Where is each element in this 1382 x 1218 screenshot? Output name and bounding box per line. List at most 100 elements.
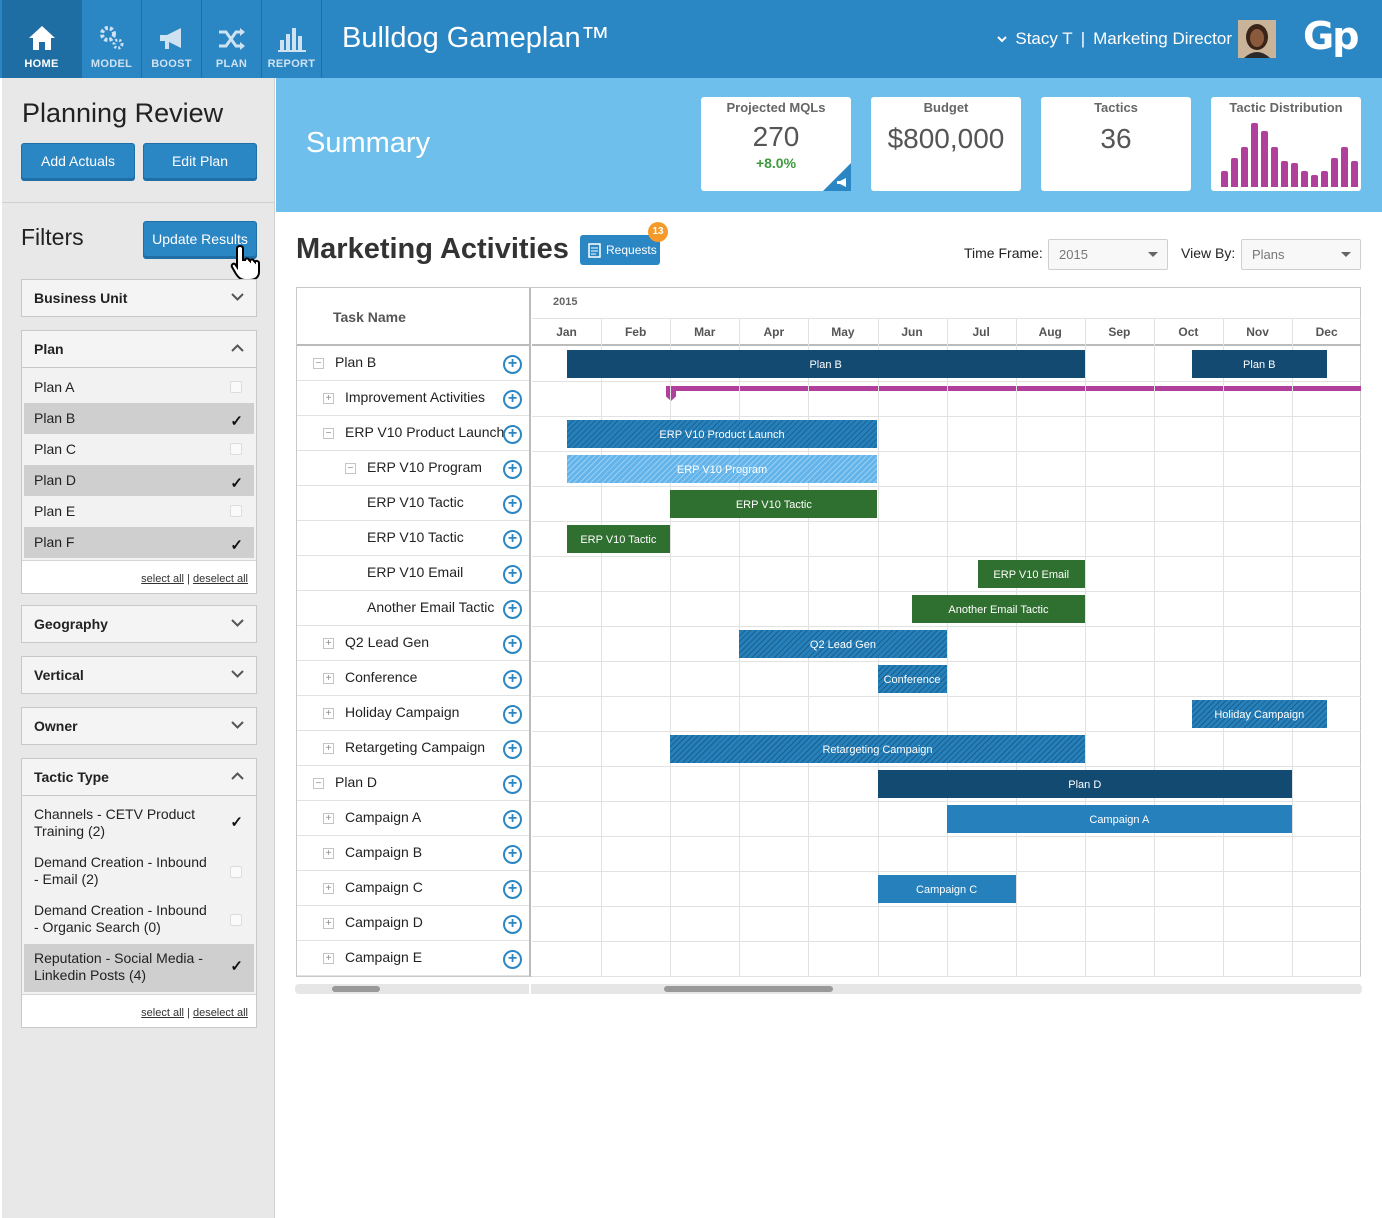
filter-tactic-type-header[interactable]: Tactic Type [22,759,256,795]
task-row[interactable]: − Plan D + [297,766,529,801]
add-task-icon[interactable]: + [503,810,522,829]
horizontal-scrollbar[interactable] [295,984,1362,994]
gantt-bar[interactable]: ERP V10 Tactic [566,525,671,553]
filter-owner-header[interactable]: Owner [22,708,256,744]
task-row[interactable]: + Campaign A + [297,801,529,836]
add-task-icon[interactable]: + [503,845,522,864]
plan-option[interactable]: Plan A [24,372,254,403]
task-scroll-thumb[interactable] [332,986,380,992]
collapse-icon[interactable]: − [313,778,324,789]
add-task-icon[interactable]: + [503,880,522,899]
nav-report[interactable]: REPORT [262,0,322,78]
gantt-bar[interactable]: Q2 Lead Gen [739,630,947,658]
task-row[interactable]: + Improvement Activities + [297,381,529,416]
plan-select-all-link[interactable]: select all [141,573,184,585]
tactic-select-all-link[interactable]: select all [141,1007,184,1019]
nav-plan[interactable]: PLAN [202,0,262,78]
gantt-bar[interactable]: ERP V10 Email [977,560,1085,588]
checkbox-empty[interactable] [230,914,242,926]
task-row[interactable]: + Q2 Lead Gen + [297,626,529,661]
expand-icon[interactable]: + [323,673,334,684]
task-row[interactable]: + Conference + [297,661,529,696]
add-task-icon[interactable]: + [503,460,522,479]
gantt-bar[interactable]: Another Email Tactic [912,595,1085,623]
plan-option[interactable]: Plan B ✓ [24,403,254,434]
task-row[interactable]: − ERP V10 Program + [297,451,529,486]
checkbox-empty[interactable] [230,443,242,455]
user-menu[interactable]: Stacy T | Marketing Director [997,29,1232,49]
filter-business-unit-header[interactable]: Business Unit [22,280,256,316]
gantt-bar[interactable]: ERP V10 Program [566,455,878,483]
expand-icon[interactable]: + [323,848,334,859]
add-task-icon[interactable]: + [503,600,522,619]
add-task-icon[interactable]: + [503,775,522,794]
gantt-bar[interactable]: Campaign A [946,805,1293,833]
checkbox-empty[interactable] [230,866,242,878]
nav-home[interactable]: HOME [2,0,82,78]
nav-model[interactable]: MODEL [82,0,142,78]
plan-option[interactable]: Plan C [24,434,254,465]
avatar[interactable] [1238,20,1276,58]
expand-icon[interactable]: + [323,918,334,929]
gantt-bar[interactable]: Holiday Campaign [1191,700,1327,728]
filter-geography-header[interactable]: Geography [22,606,256,642]
add-task-icon[interactable]: + [503,390,522,409]
task-row[interactable]: Another Email Tactic + [297,591,529,626]
task-row[interactable]: + Campaign C + [297,871,529,906]
add-task-icon[interactable]: + [503,950,522,969]
add-task-icon[interactable]: + [503,635,522,654]
collapse-icon[interactable]: − [313,358,324,369]
collapse-icon[interactable]: − [323,428,334,439]
gantt-bar[interactable]: Plan B [566,350,1085,378]
gantt-bar[interactable]: ERP V10 Tactic [670,490,878,518]
add-task-icon[interactable]: + [503,425,522,444]
tactic-type-option[interactable]: Demand Creation - Inbound - Organic Sear… [24,896,254,944]
expand-icon[interactable]: + [323,813,334,824]
task-row[interactable]: ERP V10 Email + [297,556,529,591]
add-actuals-button[interactable]: Add Actuals [21,143,135,179]
filter-plan-header[interactable]: Plan [22,331,256,367]
plan-deselect-all-link[interactable]: deselect all [193,573,248,585]
gantt-bar[interactable]: ERP V10 Product Launch [566,420,878,448]
requests-button[interactable]: Requests [580,235,660,265]
timeline-scroll-thumb[interactable] [664,986,833,992]
checkbox-empty[interactable] [230,505,242,517]
add-task-icon[interactable]: + [503,915,522,934]
collapse-icon[interactable]: − [345,463,356,474]
gantt-bar[interactable]: Conference [877,665,947,693]
filter-vertical-header[interactable]: Vertical [22,657,256,693]
tactic-deselect-all-link[interactable]: deselect all [193,1007,248,1019]
plan-option[interactable]: Plan D ✓ [24,465,254,496]
task-row[interactable]: − ERP V10 Product Launch + [297,416,529,451]
plan-option[interactable]: Plan E [24,496,254,527]
nav-boost[interactable]: BOOST [142,0,202,78]
task-row[interactable]: ERP V10 Tactic + [297,486,529,521]
tactic-type-option[interactable]: Reputation - Social Media - Linkedin Pos… [24,944,254,992]
task-row[interactable]: + Campaign B + [297,836,529,871]
plan-option[interactable]: Plan F ✓ [24,527,254,558]
expand-icon[interactable]: + [323,953,334,964]
task-row[interactable]: − Plan B + [297,346,529,381]
expand-icon[interactable]: + [323,638,334,649]
gantt-bar[interactable]: Retargeting Campaign [670,735,1085,763]
expand-icon[interactable]: + [323,708,334,719]
time-frame-select[interactable]: 2015 [1048,239,1168,270]
gantt-bar[interactable]: Campaign C [877,875,1016,903]
gantt-bar[interactable]: Plan D [877,770,1293,798]
add-task-icon[interactable]: + [503,565,522,584]
task-row[interactable]: + Campaign E + [297,941,529,976]
view-by-select[interactable]: Plans [1241,239,1361,270]
add-task-icon[interactable]: + [503,705,522,724]
add-task-icon[interactable]: + [503,355,522,374]
add-task-icon[interactable]: + [503,740,522,759]
add-task-icon[interactable]: + [503,495,522,514]
filter-geography[interactable]: Geography [21,605,257,643]
expand-icon[interactable]: + [323,883,334,894]
tactic-type-option[interactable]: Demand Creation - Inbound - Email (2) [24,848,254,896]
task-row[interactable]: ERP V10 Tactic + [297,521,529,556]
edit-plan-button[interactable]: Edit Plan [143,143,257,179]
add-task-icon[interactable]: + [503,670,522,689]
tactic-type-option[interactable]: Channels - CETV Product Training (2) ✓ [24,800,254,848]
add-task-icon[interactable]: + [503,530,522,549]
expand-icon[interactable]: + [323,743,334,754]
